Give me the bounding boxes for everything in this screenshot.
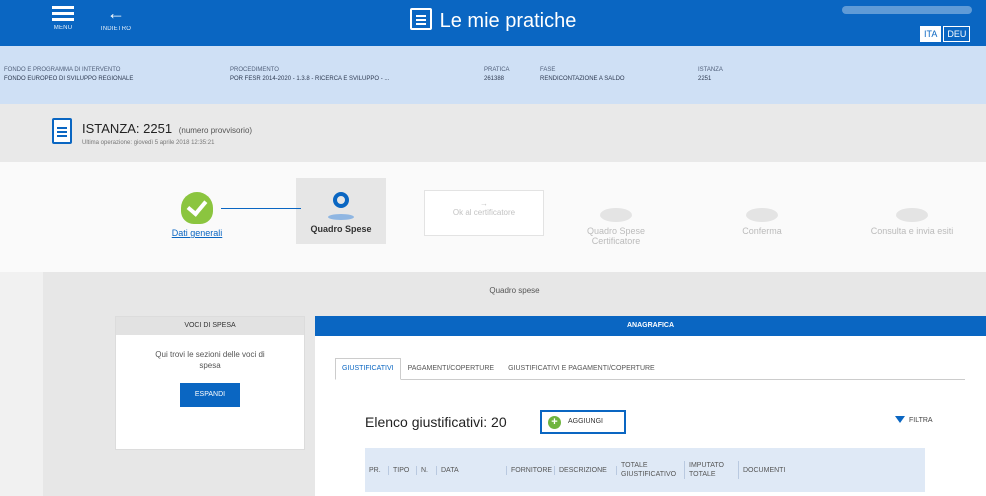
step-quadro-spese[interactable]: Quadro Spese (296, 178, 386, 244)
istanza-number: ISTANZA: 2251 (82, 121, 173, 136)
quadro-spese-panel: Quadro spese VOCI DI SPESA Qui trovi le … (43, 272, 986, 496)
voci-header: VOCI DI SPESA (116, 317, 304, 335)
info-key: PRATICA (484, 67, 510, 73)
step-label: Quadro Spese (310, 224, 372, 234)
info-pratica: PRATICA 261388 (484, 66, 510, 84)
info-fondo: FONDO E PROGRAMMA DI INTERVENTO FONDO EU… (4, 66, 133, 84)
plus-icon: + (548, 416, 561, 429)
istanza-subtitle: Ultima operazione: giovedì 5 aprile 2018… (82, 140, 215, 146)
tab-giustificativi[interactable]: GIUSTIFICATIVI (335, 358, 401, 380)
tab-giustificativi-pagamenti[interactable]: GIUSTIFICATIVI E PAGAMENTI/COPERTURE (501, 358, 662, 379)
istanza-note: (numero provvisorio) (178, 126, 253, 135)
tab-bar: GIUSTIFICATIVI PAGAMENTI/COPERTURE GIUST… (335, 358, 965, 380)
step-consulta-invia: Consulta e invia esiti (852, 208, 972, 236)
column-header[interactable]: PR. (365, 465, 389, 475)
panel-title: Quadro spese (489, 286, 540, 295)
user-info[interactable] (842, 6, 972, 14)
voci-di-spesa-box: VOCI DI SPESA Qui trovi le sezioni delle… (115, 316, 305, 450)
info-value: RENDICONTAZIONE A SALDO (540, 76, 625, 82)
info-value: FONDO EUROPEO DI SVILUPPO REGIONALE (4, 76, 134, 82)
column-header[interactable]: IMPUTATO TOTALE (685, 461, 739, 479)
filter-icon (895, 416, 905, 423)
step-placeholder-icon (600, 208, 632, 222)
info-procedimento: PROCEDIMENTO POR FESR 2014-2020 - 1.3.8 … (230, 66, 389, 84)
page-title-text: Le mie pratiche (439, 10, 577, 32)
info-key: FONDO E PROGRAMMA DI INTERVENTO (4, 67, 121, 73)
pin-shadow (328, 214, 354, 220)
lang-deu[interactable]: DEU (943, 26, 971, 42)
table-header: PR. TIPO N. DATA FORNITORE DESCRIZIONE T… (365, 448, 925, 492)
column-header[interactable]: DESCRIZIONE (555, 465, 617, 475)
document-icon (409, 8, 432, 30)
location-pin-icon (333, 192, 349, 212)
document-icon (52, 118, 72, 144)
step-label: Consulta e invia esiti (870, 226, 954, 236)
istanza-title: ISTANZA: 2251 (numero provvisorio) (82, 121, 252, 136)
step-dati-generali[interactable]: Dati generali (142, 192, 252, 238)
procedure-info-bar: FONDO E PROGRAMMA DI INTERVENTO FONDO EU… (0, 46, 986, 104)
language-switch: ITA DEU (918, 24, 971, 42)
voci-text: Qui trovi le sezioni delle voci di spesa (155, 350, 265, 370)
info-value: 2251 (698, 76, 712, 82)
column-header[interactable]: DOCUMENTI (739, 466, 809, 475)
istanza-header: ISTANZA: 2251 (numero provvisorio) Ultim… (0, 104, 986, 162)
arrow-right-icon: → (480, 199, 488, 208)
check-icon (181, 192, 213, 224)
column-header[interactable]: TIPO (389, 465, 417, 475)
top-bar: MENU ← INDIETRO Le mie pratiche ITA DEU (0, 0, 986, 54)
tab-pagamenti-coperture[interactable]: PAGAMENTI/COPERTURE (401, 358, 501, 379)
list-title: Elenco giustificativi: 20 (365, 414, 507, 430)
info-key: ISTANZA (698, 67, 723, 73)
column-header[interactable]: TOTALE GIUSTIFICATIVO (617, 461, 685, 479)
step-quadro-spese-certificatore: Quadro Spese Certificatore (566, 208, 666, 246)
lang-ita[interactable]: ITA (920, 26, 942, 42)
info-value: 261388 (484, 76, 505, 82)
anagrafica-header: ANAGRAFICA (315, 316, 986, 336)
info-istanza: ISTANZA 2251 (698, 66, 723, 84)
aggiungi-label: AGGIUNGI (568, 418, 604, 425)
step-connector (221, 208, 301, 209)
filtra-label: FILTRA (909, 417, 933, 424)
column-header[interactable]: DATA (437, 465, 507, 475)
info-value: POR FESR 2014-2020 - 1.3.8 - RICERCA E S… (230, 76, 390, 82)
workflow-stepper: Dati generali Quadro Spese → Ok al certi… (0, 162, 986, 272)
step-placeholder-icon (896, 208, 928, 222)
step-label: Dati generali (171, 228, 223, 238)
anagrafica-box: ANAGRAFICA GIUSTIFICATIVI PAGAMENTI/COPE… (315, 316, 986, 496)
info-key: FASE (540, 67, 556, 73)
info-fase: FASE RENDICONTAZIONE A SALDO (540, 66, 625, 84)
page-title: Le mie pratiche (0, 8, 986, 33)
step-conferma: Conferma (722, 208, 802, 236)
step-label: Conferma (742, 226, 782, 236)
step-label: Quadro Spese Certificatore (586, 226, 646, 246)
step-ok-certificatore: → Ok al certificatore (424, 190, 544, 236)
info-key: PROCEDIMENTO (230, 67, 279, 73)
step-label: Ok al certificatore (452, 208, 516, 217)
aggiungi-button[interactable]: + AGGIUNGI (540, 410, 626, 434)
step-placeholder-icon (746, 208, 778, 222)
filtra-button[interactable]: FILTRA (895, 416, 933, 424)
column-header[interactable]: FORNITORE (507, 465, 555, 475)
espandi-button[interactable]: ESPANDI (180, 383, 240, 407)
column-header[interactable]: N. (417, 465, 437, 475)
